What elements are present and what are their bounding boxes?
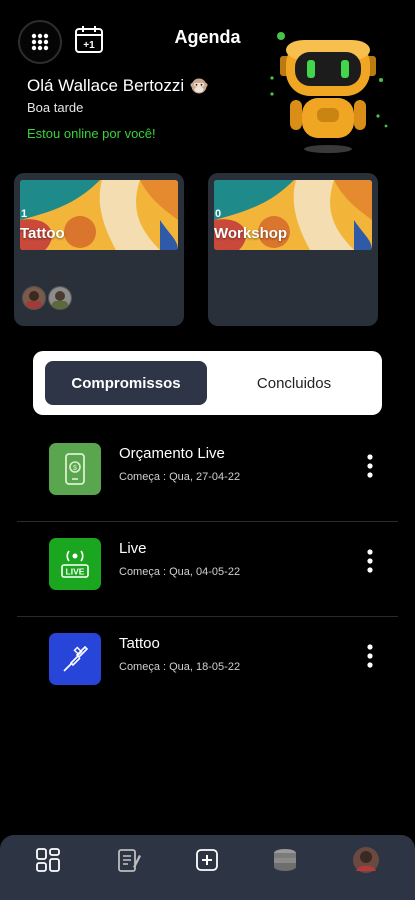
svg-text:$: $	[73, 465, 77, 472]
list-item[interactable]: LIVE Live Começa : Qua, 04-05-22	[17, 522, 398, 616]
avatar	[48, 286, 72, 310]
greeting: Olá Wallace Bertozzi	[27, 76, 208, 96]
appointment-title: Live	[119, 540, 147, 557]
bottom-nav	[0, 835, 415, 900]
tab-compromissos[interactable]: Compromissos	[45, 361, 207, 405]
subgreeting: Boa tarde	[27, 100, 84, 115]
tab-concluidos[interactable]: Concluidos	[219, 361, 369, 405]
more-vertical-icon[interactable]	[366, 548, 374, 574]
category-card-tattoo[interactable]: 1 Tattoo	[14, 173, 184, 326]
nav-add[interactable]	[192, 845, 222, 875]
category-label: Workshop	[214, 225, 288, 242]
appointment-title: Tattoo	[119, 635, 160, 652]
tab-bar: Compromissos Concluidos	[33, 351, 382, 415]
robot-mascot-icon	[270, 32, 388, 153]
nav-profile[interactable]	[351, 845, 381, 875]
category-card-workshop[interactable]: 0 Workshop	[208, 173, 378, 326]
avatar	[22, 286, 46, 310]
appointment-date: Começa : Qua, 18-05-22	[119, 661, 241, 673]
nav-notes[interactable]	[113, 845, 143, 875]
participant-avatars	[22, 286, 74, 310]
tattoo-machine-icon	[49, 633, 101, 685]
coins-icon	[274, 849, 296, 871]
list-item[interactable]: Tattoo Começa : Qua, 18-05-22	[17, 617, 398, 711]
monkey-emoji-icon	[190, 78, 208, 94]
phone-dollar-icon: $	[49, 443, 101, 495]
nav-coins[interactable]	[270, 845, 300, 875]
svg-text:LIVE: LIVE	[66, 567, 85, 577]
list-item[interactable]: $ Orçamento Live Começa : Qua, 27-04-22	[17, 427, 398, 521]
more-vertical-icon[interactable]	[366, 643, 374, 669]
online-status: Estou online por você!	[27, 126, 156, 141]
profile-avatar	[353, 847, 379, 873]
nav-dashboard[interactable]	[33, 845, 63, 875]
notes-icon	[118, 849, 141, 872]
add-icon	[196, 849, 218, 871]
live-broadcast-icon: LIVE	[49, 538, 101, 590]
category-count: 0	[215, 208, 222, 220]
appointment-title: Orçamento Live	[119, 445, 225, 462]
more-vertical-icon[interactable]	[366, 453, 374, 479]
category-count: 1	[21, 208, 28, 220]
appointment-date: Começa : Qua, 04-05-22	[119, 566, 241, 578]
appointment-date: Começa : Qua, 27-04-22	[119, 471, 241, 483]
greeting-text: Olá Wallace Bertozzi	[27, 76, 185, 95]
dashboard-icon	[36, 848, 60, 872]
category-label: Tattoo	[20, 225, 65, 242]
